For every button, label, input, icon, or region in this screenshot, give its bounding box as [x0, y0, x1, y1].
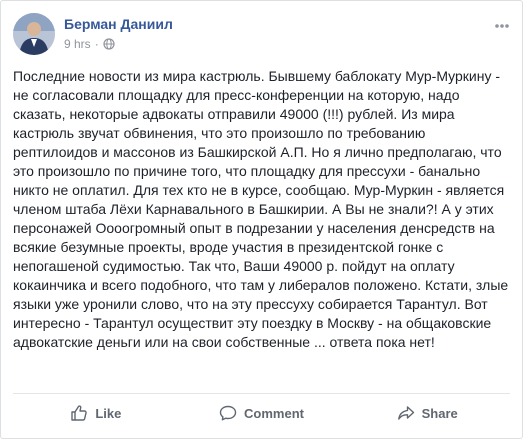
- comment-button[interactable]: Comment: [179, 394, 345, 432]
- post-body-text: Последние новости из мира кастрюль. Бывш…: [13, 68, 509, 350]
- avatar-image: [13, 13, 55, 55]
- comment-icon: [219, 405, 237, 421]
- more-options-icon[interactable]: [494, 19, 510, 29]
- like-button[interactable]: Like: [13, 394, 179, 432]
- author-name[interactable]: Берман Даниил: [64, 15, 173, 33]
- post-subline: 9 hrs ·: [64, 36, 173, 52]
- comment-label: Comment: [244, 405, 304, 421]
- share-button[interactable]: Share: [344, 394, 510, 432]
- post-timestamp[interactable]: 9 hrs: [64, 36, 91, 52]
- thumbs-up-icon: [71, 405, 88, 421]
- facebook-post: Берман Даниил 9 hrs · Последние новости …: [0, 0, 523, 439]
- separator-dot: ·: [94, 37, 99, 51]
- like-label: Like: [95, 405, 122, 421]
- share-arrow-icon: [397, 406, 414, 420]
- public-globe-icon[interactable]: [103, 38, 115, 50]
- post-meta: Берман Даниил 9 hrs ·: [64, 13, 173, 52]
- post-header: Берман Даниил 9 hrs ·: [13, 13, 173, 57]
- post-action-bar: Like Comment Share: [13, 393, 510, 432]
- avatar[interactable]: [13, 13, 55, 55]
- share-label: Share: [421, 405, 458, 421]
